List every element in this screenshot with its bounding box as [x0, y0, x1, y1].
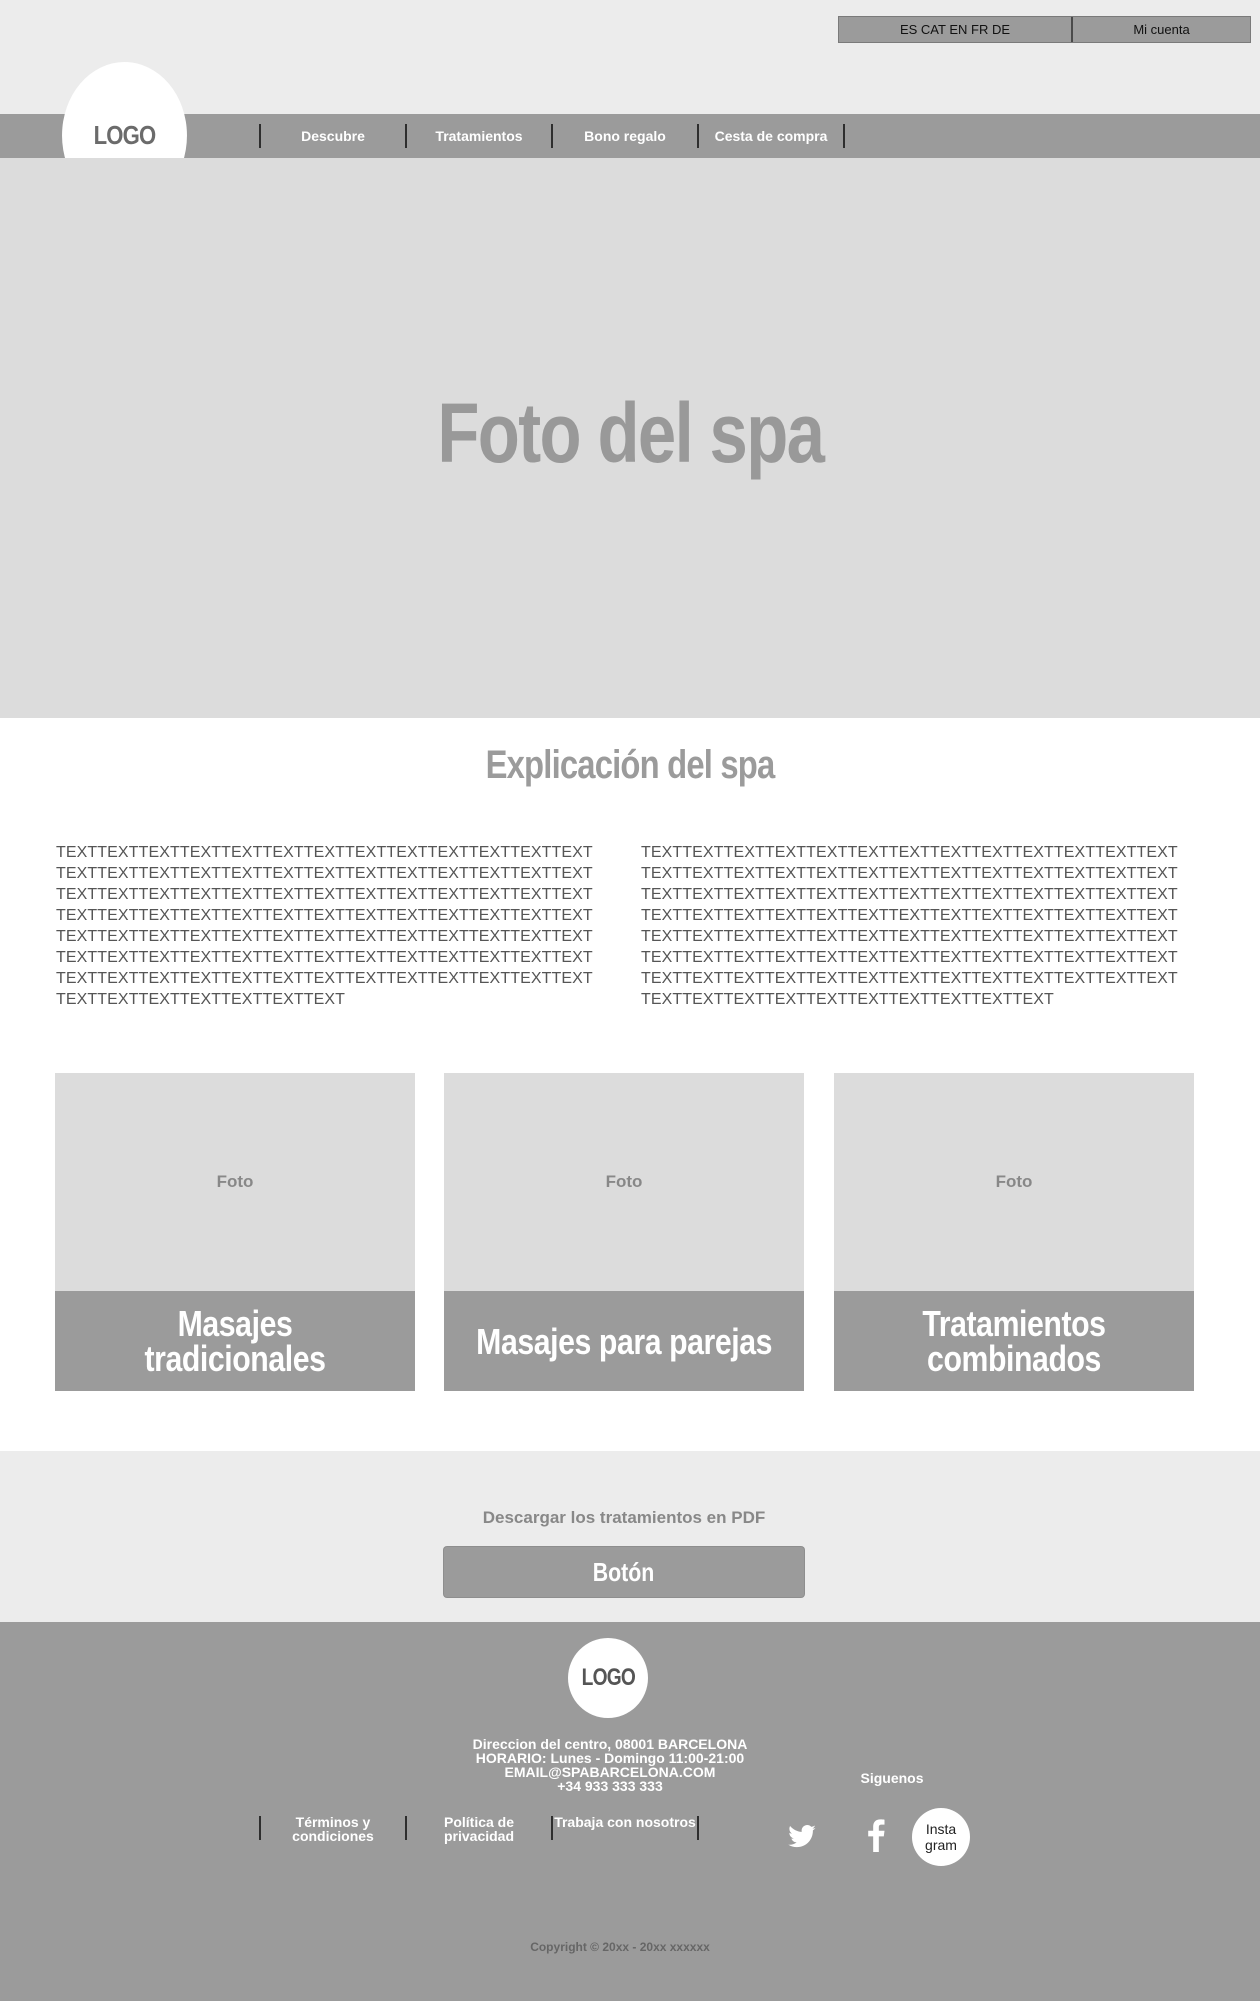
- nav-divider: [843, 124, 845, 148]
- nav-divider: [259, 124, 261, 148]
- hero-image: Foto del spa: [0, 158, 1260, 718]
- nav-item-cesta[interactable]: Cesta de compra: [700, 124, 842, 148]
- nav-item-tratamientos[interactable]: Tratamientos: [408, 124, 550, 148]
- careers-link[interactable]: Trabaja con nosotros: [554, 1815, 696, 1829]
- card-photo: Foto: [55, 1073, 415, 1291]
- footer-logo[interactable]: LOGO: [568, 1638, 648, 1718]
- nav-divider: [697, 124, 699, 148]
- address: Direccion del centro, 08001 BARCELONA: [472, 1736, 748, 1752]
- facebook-icon[interactable]: [866, 1818, 886, 1852]
- card-photo: Foto: [834, 1073, 1194, 1291]
- card-photo: Foto: [444, 1073, 804, 1291]
- contact-info: Direccion del centro, 08001 BARCELONA HO…: [420, 1737, 800, 1793]
- treatment-card[interactable]: Foto Masajes tradicionales: [55, 1073, 415, 1391]
- footer-divider: [405, 1816, 407, 1840]
- card-title: Masajes tradicionales: [55, 1291, 415, 1391]
- my-account-link[interactable]: Mi cuenta: [1073, 17, 1250, 42]
- nav-item-bono-regalo[interactable]: Bono regalo: [554, 124, 696, 148]
- card-title: Masajes para parejas: [444, 1291, 804, 1391]
- footer-divider: [697, 1816, 699, 1840]
- footer-divider: [551, 1816, 553, 1840]
- explanation-text-right: TEXTTEXTTEXTTEXTTEXTTEXTTEXTTEXTTEXTTEXT…: [641, 844, 1178, 1008]
- opening-hours: HORARIO: Lunes - Domingo 11:00-21:00: [475, 1750, 745, 1766]
- utility-bar: ES CAT EN FR DE Mi cuenta: [838, 16, 1251, 43]
- section-title: Explicación del spa: [485, 743, 776, 787]
- nav-divider: [551, 124, 553, 148]
- copyright: Copyright © 20xx - 20xx xxxxxx: [530, 1940, 710, 1954]
- terms-link[interactable]: Términos y condiciones: [262, 1815, 404, 1843]
- twitter-icon[interactable]: [787, 1822, 817, 1852]
- language-selector[interactable]: ES CAT EN FR DE: [839, 17, 1073, 42]
- explanation-text-left: TEXTTEXTTEXTTEXTTEXTTEXTTEXTTEXTTEXTTEXT…: [56, 844, 593, 1008]
- download-pdf-button[interactable]: Botón: [444, 1547, 804, 1597]
- download-text: Descargar los tratamientos en PDF: [482, 1508, 766, 1527]
- card-title: Tratamientos combinados: [834, 1291, 1194, 1391]
- treatment-card[interactable]: Foto Tratamientos combinados: [834, 1073, 1194, 1391]
- instagram-icon[interactable]: Insta gram: [912, 1808, 970, 1866]
- follow-us-label: Siguenos: [860, 1770, 924, 1786]
- nav-divider: [405, 124, 407, 148]
- footer-divider: [259, 1816, 261, 1840]
- hero-title: Foto del spa: [437, 385, 825, 480]
- email: EMAIL@SPABARCELONA.COM: [504, 1764, 716, 1780]
- treatment-card[interactable]: Foto Masajes para parejas: [444, 1073, 804, 1391]
- privacy-link[interactable]: Política de privacidad: [408, 1815, 550, 1843]
- phone: +34 933 333 333: [557, 1778, 663, 1794]
- nav-item-descubre[interactable]: Descubre: [262, 124, 404, 148]
